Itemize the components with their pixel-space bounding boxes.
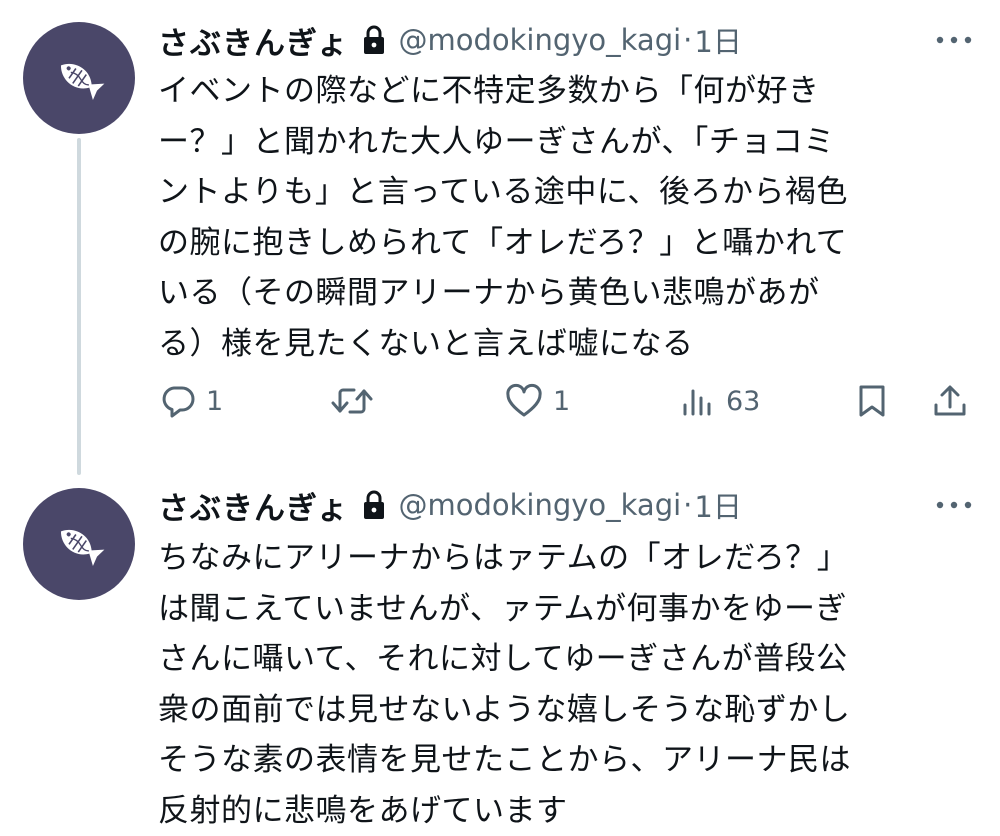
retweet-icon [330,383,374,419]
lock-icon [362,490,386,520]
tweet-text-line: イベントの際などに不特定多数から「何が好き [158,66,958,117]
display-name[interactable]: さぶきんぎょ [158,18,348,63]
like-button[interactable]: 1 [505,376,570,426]
lock-icon [362,25,386,55]
timestamp[interactable]: 1日 [694,19,741,61]
reply-button[interactable]: 1 [160,376,223,426]
tweet-header: さぶきんぎょ @modokingyo_kagi · 1日 [158,482,742,528]
tweet-text-line: ちなみにアリーナからはァテムの「オレだろ？」 [158,533,958,584]
bookmark-icon [855,383,889,419]
views-count: 63 [726,386,760,417]
display-name[interactable]: さぶきんぎょ [158,483,348,528]
retweet-button[interactable] [330,376,374,426]
tweet-text-line: ントよりも」と言っている途中に、後ろから褐色 [158,167,958,218]
tweet-text: イベントの際などに不特定多数から「何が好き ー？」と聞かれた大人ゆーぎさんが、「… [158,66,958,369]
share-button[interactable] [932,376,968,426]
avatar[interactable] [23,22,135,134]
reply-icon [160,383,196,419]
tweet-text-line: 反射的に悲鳴をあげています [158,786,958,836]
user-handle[interactable]: @modokingyo_kagi [398,488,681,522]
tweet-text-line: ー？」と聞かれた大人ゆーぎさんが、「チョコミ [158,117,958,168]
avatar[interactable] [23,488,135,600]
fish-icon [49,514,109,574]
reply-count: 1 [206,386,223,417]
tweet-text-line: そうな素の表情を見せたことから、アリーナ民は [158,735,958,786]
views-icon [680,383,716,419]
like-count: 1 [553,386,570,417]
separator-dot: · [683,23,692,57]
tweet-actions: 1 1 63 [0,376,1000,426]
tweet-text: ちなみにアリーナからはァテムの「オレだろ？」 は聞こえていませんが、ァテムが何事… [158,533,958,836]
views-button[interactable]: 63 [680,376,760,426]
tweet-text-line: は聞こえていませんが、ァテムが何事かをゆーぎ [158,584,958,635]
timestamp[interactable]: 1日 [694,484,741,526]
more-options-icon[interactable] [934,498,974,512]
tweet-text-line: の腕に抱きしめられて「オレだろ？」と囁かれて [158,218,958,269]
bookmark-button[interactable] [855,376,889,426]
tweet-text-line: る）様を見たくないと言えば嘘になる [158,319,958,370]
tweet-text-line: さんに囁いて、それに対してゆーぎさんが普段公 [158,634,958,685]
heart-icon [505,383,543,419]
user-handle[interactable]: @modokingyo_kagi [398,23,681,57]
tweet-text-line: いる（その瞬間アリーナから黄色い悲鳴があが [158,268,958,319]
tweet-header: さぶきんぎょ @modokingyo_kagi · 1日 [158,17,742,63]
share-icon [932,383,968,419]
tweet-text-line: 衆の面前では見せないような嬉しそうな恥ずかし [158,685,958,736]
separator-dot: · [683,488,692,522]
more-options-icon[interactable] [934,33,974,47]
fish-icon [49,48,109,108]
